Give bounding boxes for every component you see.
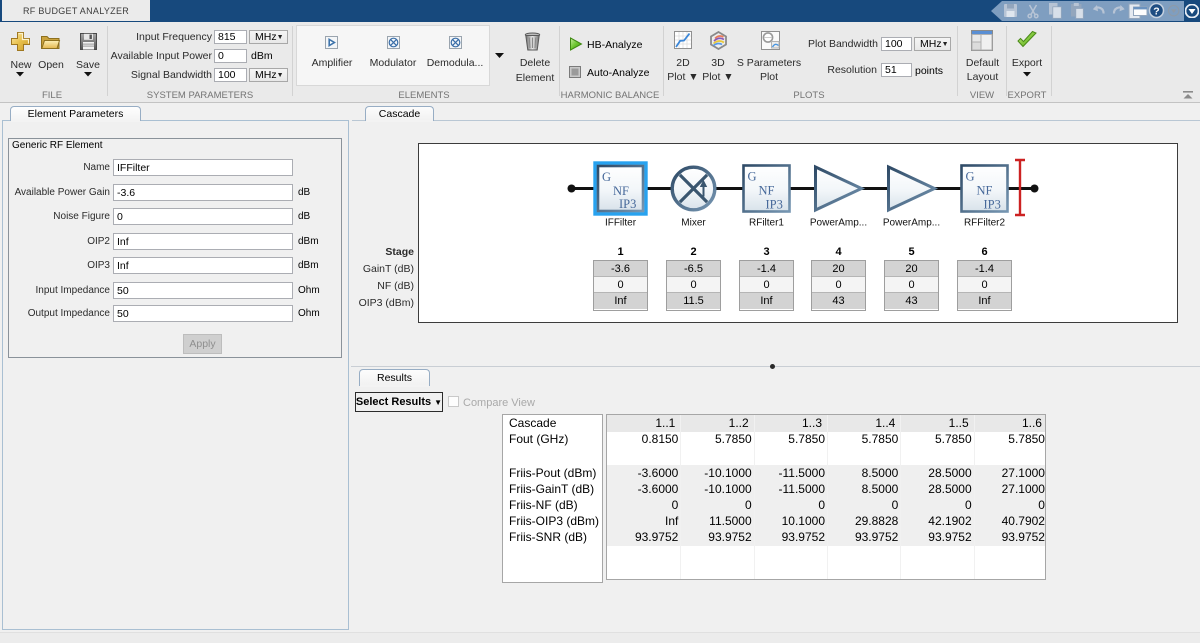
svg-text:IP3: IP3 bbox=[766, 198, 783, 212]
svg-text:IFFilter: IFFilter bbox=[605, 218, 637, 229]
svg-text:G: G bbox=[602, 170, 611, 184]
svg-text:IP3: IP3 bbox=[984, 198, 1001, 212]
svg-text:Mixer: Mixer bbox=[681, 218, 706, 229]
svg-text:RFFilter2: RFFilter2 bbox=[964, 218, 1006, 229]
svg-text:PowerAmp...: PowerAmp... bbox=[883, 218, 940, 229]
svg-text:PowerAmp...: PowerAmp... bbox=[810, 218, 867, 229]
svg-text:NF: NF bbox=[613, 184, 629, 198]
svg-text:?: ? bbox=[1153, 5, 1159, 17]
svg-text:IP3: IP3 bbox=[619, 197, 636, 211]
svg-text:NF: NF bbox=[759, 184, 775, 198]
svg-text:NF: NF bbox=[977, 184, 993, 198]
svg-text:G: G bbox=[748, 170, 757, 184]
svg-text:G: G bbox=[966, 170, 975, 184]
svg-text:RFilter1: RFilter1 bbox=[749, 218, 784, 229]
